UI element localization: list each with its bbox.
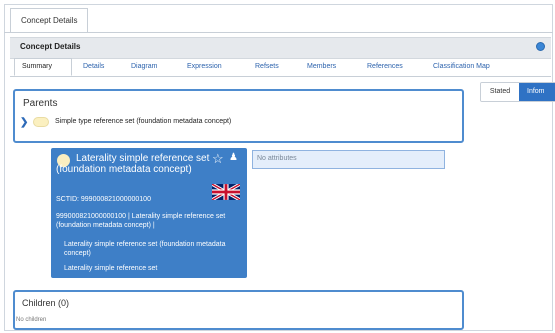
concept-synonym-1: Laterality simple reference set (foundat…: [64, 241, 226, 257]
tab-details[interactable]: Details: [83, 63, 104, 70]
concept-synonym-2: Laterality simple reference set: [64, 265, 158, 272]
tab-summary[interactable]: Summary: [22, 63, 52, 70]
children-title: Children (0): [22, 298, 70, 308]
panel-title: Concept Details: [20, 42, 81, 51]
concept-title: Laterality simple reference set (foundat…: [56, 153, 210, 175]
sctid: SCTID: 999000821000000100: [56, 196, 151, 203]
person-icon[interactable]: ♟: [229, 152, 238, 163]
tab-classification-map[interactable]: Classification Map: [433, 63, 490, 70]
star-icon[interactable]: ☆: [212, 151, 224, 167]
panel-header: [10, 37, 551, 59]
inferred-button[interactable]: Infom: [519, 83, 555, 101]
info-dot-icon[interactable]: [536, 42, 545, 51]
view-toggle: Stated Infom: [480, 82, 555, 102]
parents-panel: [13, 89, 464, 143]
stated-button[interactable]: Stated: [481, 83, 519, 101]
concept-fsn-line: 999000821000000100 | Laterality simple r…: [56, 213, 226, 229]
window-tab-concept-details[interactable]: Concept Details: [10, 8, 89, 33]
tab-members[interactable]: Members: [307, 63, 336, 70]
tab-refsets[interactable]: Refsets: [255, 63, 279, 70]
children-empty-text: No children: [16, 317, 47, 323]
uk-flag-icon: [212, 184, 240, 200]
chevron-right-icon[interactable]: ❯: [20, 117, 28, 128]
tab-divider: [4, 32, 553, 33]
children-panel: [13, 290, 464, 330]
tab-diagram[interactable]: Diagram: [131, 63, 157, 70]
parent-item-label[interactable]: Simple type reference set (foundation me…: [55, 118, 231, 125]
attributes-placeholder: No attributes: [257, 155, 297, 162]
tab-references[interactable]: References: [367, 63, 403, 70]
parents-title: Parents: [23, 98, 58, 109]
concept-dot-icon: [33, 117, 49, 127]
tab-expression[interactable]: Expression: [187, 63, 222, 70]
